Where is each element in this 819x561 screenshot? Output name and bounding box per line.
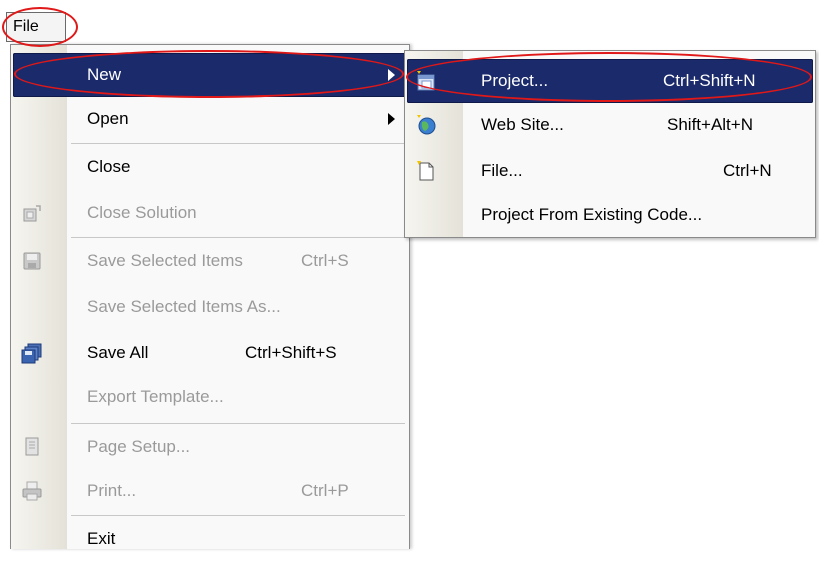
- menu-item-label: Open: [87, 109, 129, 128]
- menu-item-label: Exit: [87, 529, 116, 548]
- menu-item-save-all[interactable]: Save All Ctrl+Shift+S: [13, 331, 407, 375]
- menu-item-shortcut: Ctrl+N: [723, 161, 772, 180]
- menu-item-label: Project From Existing Code...: [481, 205, 703, 224]
- menu-item-shortcut: Ctrl+Shift+S: [245, 343, 337, 362]
- save-all-icon: [21, 342, 43, 364]
- save-disk-icon: [21, 250, 43, 272]
- menu-item-save-selected-as[interactable]: Save Selected Items As...: [13, 285, 407, 329]
- menu-item-label: Print...: [87, 481, 137, 500]
- submenu-arrow-icon: [388, 69, 395, 81]
- menu-item-close-solution[interactable]: Close Solution: [13, 191, 407, 235]
- menu-item-page-setup[interactable]: Page Setup...: [13, 425, 407, 469]
- submenu-item-from-existing-code[interactable]: Project From Existing Code...: [407, 193, 813, 237]
- menu-item-label: Web Site...: [481, 115, 564, 134]
- file-menu-button[interactable]: File: [6, 12, 66, 42]
- menu-item-exit[interactable]: Exit: [13, 517, 407, 561]
- menu-item-label: Close: [87, 157, 131, 176]
- menu-item-shortcut: Ctrl+Shift+N: [663, 71, 756, 90]
- new-project-icon: [415, 70, 437, 92]
- menu-item-save-selected[interactable]: Save Selected Items Ctrl+S: [13, 239, 407, 283]
- new-file-icon: [415, 160, 437, 182]
- menu-item-shortcut: Ctrl+S: [301, 251, 349, 270]
- menu-item-close[interactable]: Close: [13, 145, 407, 189]
- menu-item-label: Close Solution: [87, 203, 197, 222]
- submenu-item-project[interactable]: Project... Ctrl+Shift+N: [407, 59, 813, 103]
- menu-item-label: File...: [481, 161, 523, 180]
- menu-item-export-template[interactable]: Export Template...: [13, 375, 407, 419]
- menu-item-label: Project...: [481, 71, 549, 90]
- submenu-item-web-site[interactable]: Web Site... Shift+Alt+N: [407, 103, 813, 147]
- menu-separator: [71, 515, 405, 516]
- menu-item-new[interactable]: New: [13, 53, 407, 97]
- file-menu: New Open Close Close Solution Save Selec…: [10, 44, 410, 549]
- submenu-item-file[interactable]: File... Ctrl+N: [407, 149, 813, 193]
- globe-icon: [415, 114, 437, 136]
- close-solution-icon: [21, 202, 43, 224]
- menu-item-open[interactable]: Open: [13, 97, 407, 141]
- menu-item-label: Save Selected Items As...: [87, 297, 281, 316]
- menu-item-label: Save All: [87, 343, 149, 362]
- new-submenu: Project... Ctrl+Shift+N Web Site... Shif…: [404, 50, 816, 238]
- menu-separator: [71, 143, 405, 144]
- page-setup-icon: [21, 436, 43, 458]
- menu-item-label: New: [87, 65, 122, 84]
- menu-item-label: Page Setup...: [87, 437, 191, 456]
- menu-separator: [71, 237, 405, 238]
- menu-item-label: Export Template...: [87, 387, 224, 406]
- menu-item-label: Save Selected Items: [87, 251, 243, 270]
- printer-icon: [21, 480, 43, 502]
- menu-item-print[interactable]: Print... Ctrl+P: [13, 469, 407, 513]
- menu-item-shortcut: Ctrl+P: [301, 481, 349, 500]
- submenu-arrow-icon: [388, 113, 395, 125]
- menu-separator: [71, 423, 405, 424]
- file-menu-label: File: [13, 18, 39, 35]
- menu-item-shortcut: Shift+Alt+N: [667, 115, 753, 134]
